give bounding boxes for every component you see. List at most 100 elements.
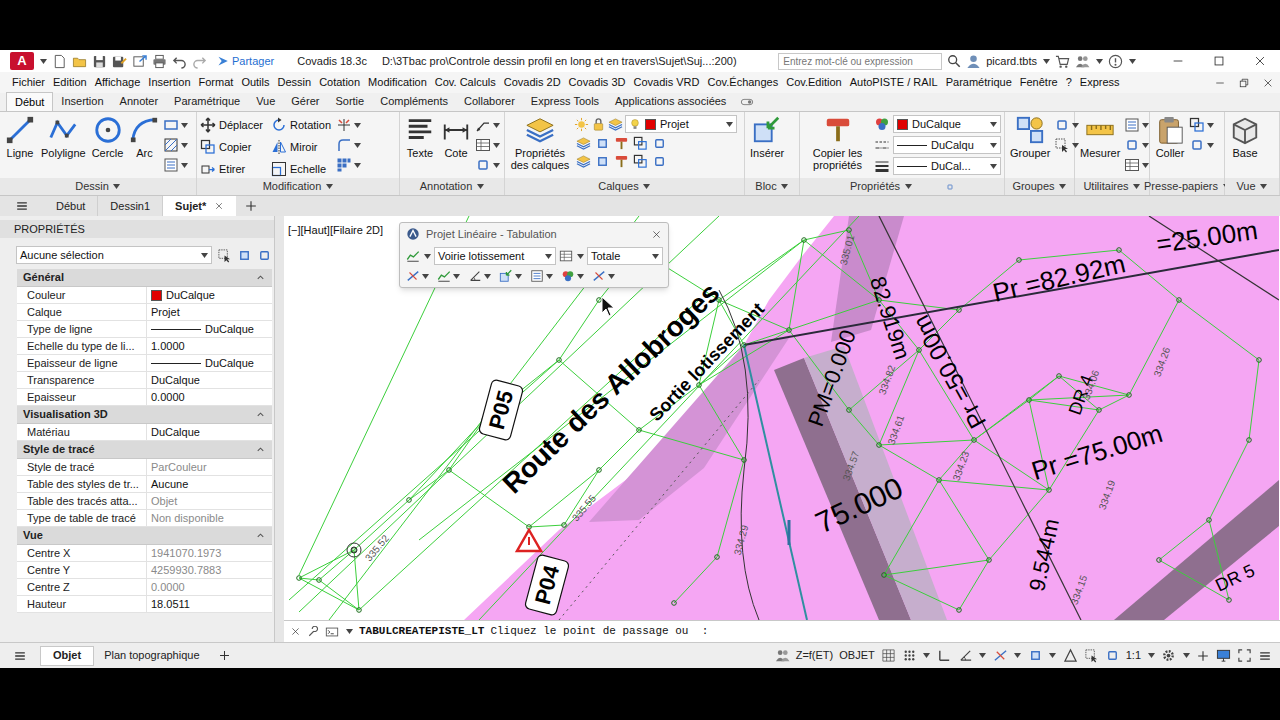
- modify-tool[interactable]: Etirer: [200, 159, 263, 179]
- ribbon-tab[interactable]: Insertion: [53, 92, 111, 111]
- annotation-add-icon[interactable]: [1196, 649, 1210, 663]
- menu-item[interactable]: Cov. Calculs: [431, 74, 500, 91]
- property-row[interactable]: Style de tracéParCouleur: [17, 459, 272, 476]
- settings-icon[interactable]: [1161, 648, 1176, 663]
- lock-icon[interactable]: [591, 117, 606, 132]
- user-menu-icon[interactable]: [1042, 59, 1050, 64]
- collapse-icon[interactable]: [255, 409, 266, 420]
- menu-item[interactable]: Cotation: [315, 74, 364, 91]
- command-line[interactable]: TABULCREATEPISTE_LTCliquez le point de p…: [284, 620, 1280, 642]
- group-title[interactable]: Dessin: [0, 178, 196, 195]
- tool-button[interactable]: [475, 137, 500, 153]
- tool-button[interactable]: [1189, 117, 1214, 133]
- property-value[interactable]: Projet: [147, 304, 272, 320]
- group-expand-icon[interactable]: [476, 184, 484, 189]
- group-title[interactable]: Groupes: [1005, 178, 1074, 195]
- floating-toolbar[interactable]: Projet Linéaire - TabulationVoirie lotis…: [399, 222, 669, 288]
- menu-item[interactable]: Format: [195, 74, 238, 91]
- modify-tool[interactable]: Copier: [200, 137, 263, 157]
- ribbon-tab[interactable]: Vue: [248, 92, 283, 111]
- tool-icon[interactable]: [1206, 123, 1214, 128]
- ribbon-tab[interactable]: Sortie: [327, 92, 372, 111]
- dropdown[interactable]: Voirie lotissement: [434, 247, 556, 265]
- toolbar-icon[interactable]: [545, 274, 553, 279]
- new-layout-icon[interactable]: [210, 649, 240, 662]
- model-space[interactable]: OBJET: [839, 647, 874, 664]
- property-value[interactable]: DuCalque: [147, 372, 272, 388]
- tool-button[interactable]: [163, 117, 188, 133]
- group-expand-icon[interactable]: [781, 184, 789, 189]
- select-objects-icon[interactable]: [237, 248, 252, 263]
- property-row[interactable]: CalqueProjet: [17, 304, 272, 321]
- toolbar-icon[interactable]: [483, 274, 491, 279]
- modify-tool[interactable]: Déplacer: [200, 115, 263, 135]
- search-icon[interactable]: [947, 54, 961, 68]
- undo-icon[interactable]: [172, 54, 187, 69]
- menu-item[interactable]: Covadis 2D: [500, 74, 565, 91]
- group-title[interactable]: Modification: [197, 178, 399, 195]
- cart-icon[interactable]: [1055, 54, 1070, 69]
- doc-restore-icon[interactable]: [1232, 77, 1256, 89]
- isodraft-icon[interactable]: [993, 648, 1008, 663]
- selection-cycling-icon[interactable]: [1084, 648, 1099, 663]
- tool-button[interactable]: [475, 117, 500, 133]
- annotation-tool[interactable]: Texte: [403, 115, 437, 159]
- menu-item[interactable]: Modification: [364, 74, 431, 91]
- layer-state-icon[interactable]: [608, 117, 623, 132]
- property-value[interactable]: Aucune: [147, 476, 272, 492]
- tool-icon[interactable]: [1071, 143, 1079, 148]
- recent-commands-icon[interactable]: [345, 629, 353, 634]
- save-icon[interactable]: [92, 54, 107, 69]
- isodraft-icon[interactable]: [1014, 653, 1022, 658]
- toolbar-button[interactable]: [530, 269, 553, 283]
- tool-button[interactable]: [1124, 157, 1149, 173]
- new-tab-icon[interactable]: [236, 199, 266, 213]
- copy-icon[interactable]: [633, 154, 648, 169]
- snap-icon[interactable]: [902, 648, 917, 663]
- property-value[interactable]: 1941070.1973: [147, 545, 272, 561]
- layout-tab[interactable]: Objet: [40, 646, 94, 666]
- print-icon[interactable]: [152, 54, 167, 69]
- close-icon[interactable]: [1242, 54, 1278, 68]
- tool-icon[interactable]: [353, 163, 361, 168]
- document-tab[interactable]: Sujet*: [163, 196, 236, 216]
- mode-icon[interactable]: [651, 254, 659, 259]
- ribbon-tab[interactable]: Gérer: [283, 92, 327, 111]
- user-name[interactable]: picard.tbts: [986, 53, 1037, 70]
- group-expand-icon[interactable]: [643, 184, 651, 189]
- group-title[interactable]: Presse-papiers: [1150, 178, 1224, 195]
- document-tab[interactable]: Dessin1: [98, 196, 163, 216]
- document-tab[interactable]: Début: [44, 196, 98, 216]
- property-row[interactable]: TransparenceDuCalque: [17, 372, 272, 389]
- copy-icon[interactable]: [633, 136, 648, 151]
- property-value[interactable]: DuCalque: [147, 355, 272, 371]
- property-row[interactable]: Epaisseur de ligneDuCalque: [17, 355, 272, 372]
- coordinates-icon[interactable]: [775, 648, 790, 663]
- redo-icon[interactable]: [192, 54, 207, 69]
- freeze-icon[interactable]: [574, 117, 589, 132]
- toolbar-button[interactable]: [437, 269, 460, 283]
- tool-button[interactable]: [336, 157, 361, 173]
- property-row[interactable]: Hauteur18.0511: [17, 596, 272, 613]
- toolbar-button[interactable]: [561, 269, 584, 283]
- people-menu-icon[interactable]: [1095, 59, 1103, 64]
- drawing-canvas[interactable]: Route des AllobrogesSortie lotissementP0…: [284, 216, 1280, 620]
- toolbar-icon[interactable]: [452, 274, 460, 279]
- layer-properties[interactable]: Propriétés des calques: [508, 115, 572, 171]
- dropdown[interactable]: Projet: [625, 115, 737, 133]
- modify-tool[interactable]: Miroir: [271, 137, 334, 157]
- tabulation-icon[interactable]: [576, 254, 584, 259]
- profile-icon[interactable]: [406, 249, 420, 263]
- tool-icon[interactable]: [353, 123, 361, 128]
- section-header[interactable]: Style de tracé: [17, 441, 272, 459]
- layers-icon[interactable]: [576, 154, 591, 169]
- modify-tool[interactable]: Rotation: [271, 115, 334, 135]
- polar-icon[interactable]: [958, 648, 973, 663]
- workspace-icon[interactable]: [1105, 648, 1120, 663]
- doc-close-icon[interactable]: [1256, 77, 1280, 89]
- property-value[interactable]: ParCouleur: [147, 459, 272, 475]
- newdoc-icon[interactable]: [52, 54, 67, 69]
- tool-icon[interactable]: [492, 163, 500, 168]
- toolbar-button[interactable]: [592, 269, 615, 283]
- property-row[interactable]: Table des styles de tr...Aucune: [17, 476, 272, 493]
